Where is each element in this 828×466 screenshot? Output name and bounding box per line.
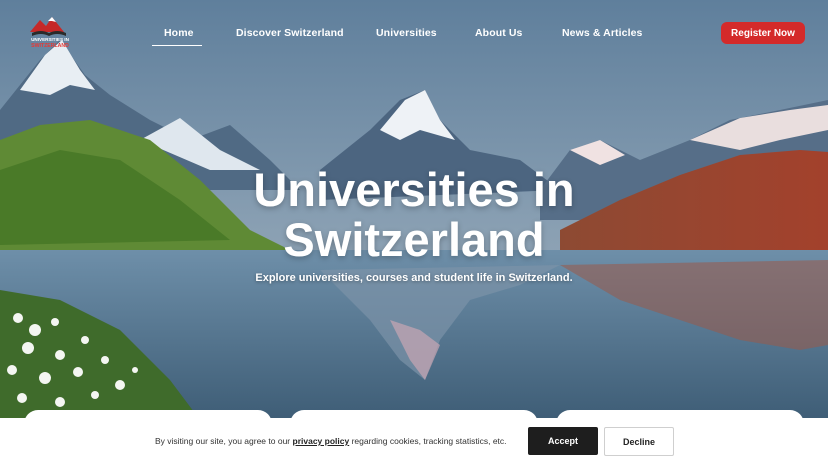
cookie-consent-bar: By visiting our site, you agree to our p… <box>0 418 828 466</box>
site-logo[interactable]: UNIVERSITIES IN SWITZERLAND <box>24 12 74 52</box>
register-now-button[interactable]: Register Now <box>721 22 805 44</box>
hero-subtitle: Explore universities, courses and studen… <box>255 272 573 284</box>
nav-home[interactable]: Home <box>164 27 194 39</box>
nav-active-underline <box>152 45 202 46</box>
hero-title: Universities in Switzerland <box>0 165 828 265</box>
cookie-text-after: regarding cookies, tracking statistics, … <box>349 436 507 446</box>
hero-title-line2: Switzerland <box>283 213 545 266</box>
nav-about-us[interactable]: About Us <box>475 27 522 39</box>
hero-title-line1: Universities in <box>253 163 575 216</box>
cookie-text-before: By visiting our site, you agree to our <box>155 436 293 446</box>
decline-cookies-button[interactable]: Decline <box>604 427 674 456</box>
privacy-policy-link[interactable]: privacy policy <box>293 436 350 446</box>
nav-universities[interactable]: Universities <box>376 27 437 39</box>
accept-cookies-button[interactable]: Accept <box>528 427 598 455</box>
nav-discover-switzerland[interactable]: Discover Switzerland <box>236 27 344 39</box>
logo-text-line1: UNIVERSITIES IN <box>31 37 69 42</box>
nav-news-articles[interactable]: News & Articles <box>562 27 642 39</box>
cookie-message: By visiting our site, you agree to our p… <box>155 436 507 446</box>
logo-text-line2: SWITZERLAND <box>31 43 69 49</box>
main-navigation: UNIVERSITIES IN SWITZERLAND Home Discove… <box>0 0 828 70</box>
